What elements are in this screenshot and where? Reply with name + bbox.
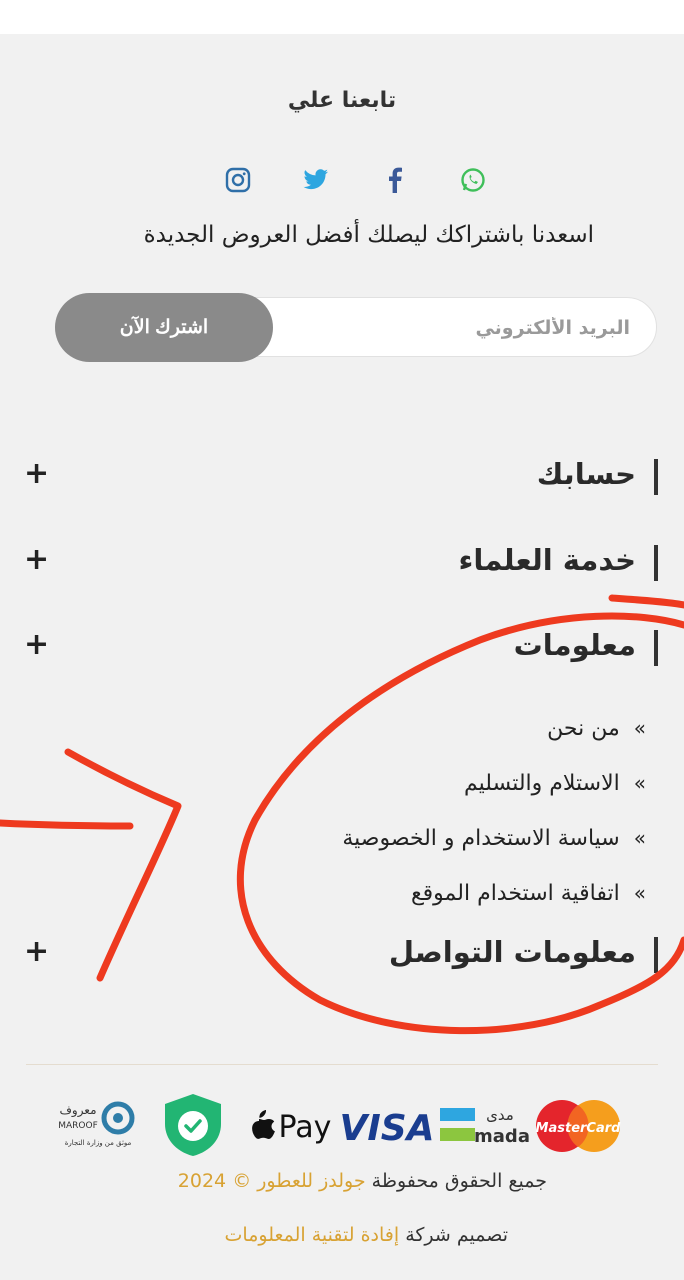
annotation-arrow-line bbox=[0, 819, 134, 830]
section-customer-service[interactable]: خدمة العلماء + bbox=[0, 538, 684, 588]
maroof-en-text: MAROOF bbox=[58, 1121, 98, 1131]
whatsapp-icon[interactable] bbox=[459, 166, 487, 194]
facebook-icon[interactable] bbox=[381, 166, 409, 194]
subscribe-button[interactable]: اشترك الآن bbox=[55, 293, 273, 362]
link-about-us[interactable]: » من نحن bbox=[547, 716, 646, 741]
section-label: معلومات bbox=[513, 628, 636, 662]
copyright-year: © 2024 bbox=[177, 1170, 252, 1192]
design-prefix: تصميم شركة bbox=[405, 1224, 508, 1246]
rights-text: جميع الحقوق محفوظة bbox=[371, 1170, 547, 1192]
section-marker bbox=[654, 459, 658, 495]
apple-pay-logo: Pay bbox=[252, 1110, 331, 1145]
link-label: من نحن bbox=[547, 716, 620, 741]
mada-en-text: mada bbox=[474, 1126, 530, 1147]
section-account[interactable]: حسابك + bbox=[0, 452, 684, 502]
expand-icon[interactable]: + bbox=[24, 625, 49, 665]
apple-pay-text: Pay bbox=[279, 1110, 332, 1145]
section-contact-info[interactable]: معلومات التواصل + bbox=[0, 930, 684, 980]
expand-icon[interactable]: + bbox=[24, 540, 49, 580]
section-marker bbox=[654, 937, 658, 973]
company-link[interactable]: إفادة لتقنية المعلومات bbox=[225, 1224, 400, 1246]
section-marker bbox=[654, 545, 658, 581]
design-credit: تصميم شركة إفادة لتقنية المعلومات bbox=[225, 1224, 508, 1246]
link-shipping[interactable]: » الاستلام والتسليم bbox=[464, 771, 646, 796]
double-chevron-icon: » bbox=[633, 771, 646, 795]
section-marker bbox=[654, 630, 658, 666]
mada-ar-text: مدى bbox=[486, 1106, 514, 1124]
expand-icon[interactable]: + bbox=[24, 932, 49, 972]
section-label: خدمة العلماء bbox=[458, 543, 636, 577]
store-link[interactable]: جولدز للعطور bbox=[257, 1170, 365, 1192]
footer-divider bbox=[26, 1064, 658, 1065]
mastercard-logo: MasterCard bbox=[536, 1100, 622, 1152]
email-field[interactable] bbox=[298, 298, 632, 357]
top-bar bbox=[0, 0, 684, 34]
mastercard-text: MasterCard bbox=[536, 1121, 622, 1136]
twitter-icon[interactable] bbox=[302, 166, 330, 194]
link-label: الاستلام والتسليم bbox=[464, 771, 620, 796]
mada-logo: مدى mada bbox=[440, 1106, 530, 1147]
link-label: اتفاقية استخدام الموقع bbox=[410, 881, 620, 906]
copyright: جميع الحقوق محفوظة جولدز للعطور © 2024 bbox=[178, 1170, 547, 1192]
link-privacy-policy[interactable]: » سياسة الاستخدام و الخصوصية bbox=[342, 826, 646, 851]
double-chevron-icon: » bbox=[633, 716, 646, 740]
link-label: سياسة الاستخدام و الخصوصية bbox=[342, 826, 620, 851]
section-label: معلومات التواصل bbox=[388, 935, 636, 969]
maroof-logo: معروف MAROOF موثق من وزارة التجارة bbox=[58, 1101, 135, 1147]
follow-us-title: تابعنا علي bbox=[287, 88, 397, 113]
visa-logo: VISA bbox=[339, 1108, 434, 1149]
double-chevron-icon: » bbox=[633, 826, 646, 850]
payment-methods: MasterCard مدى mada VISA Pay معروف MAROO… bbox=[0, 1090, 684, 1160]
maroof-ar-text: معروف bbox=[59, 1103, 96, 1118]
newsletter-text: اسعدنا باشتراكك ليصلك أفضل العروض الجديد… bbox=[143, 222, 594, 248]
maroof-sub-text: موثق من وزارة التجارة bbox=[65, 1139, 132, 1147]
double-chevron-icon: » bbox=[633, 881, 646, 905]
section-label: حسابك bbox=[536, 457, 636, 491]
verified-shield-icon bbox=[165, 1094, 221, 1156]
instagram-icon[interactable] bbox=[224, 166, 252, 194]
section-information[interactable]: معلومات + bbox=[0, 623, 684, 673]
expand-icon[interactable]: + bbox=[24, 454, 49, 494]
link-terms-of-use[interactable]: » اتفاقية استخدام الموقع bbox=[411, 881, 646, 906]
